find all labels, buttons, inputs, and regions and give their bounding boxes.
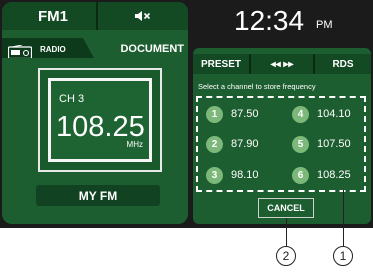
preset-frequency: 108.25 [317, 169, 351, 181]
preset-frequency: 107.50 [317, 138, 351, 150]
frequency-inner-frame: CH 3 108.25 MHz [48, 78, 152, 162]
preset-number: 4 [292, 105, 309, 123]
preset-number: 6 [292, 166, 309, 184]
instruction-text: Select a channel to store frequency [198, 82, 316, 91]
preset-list: 1 87.50 2 87.90 3 98.10 4 104.10 5 107.5… [196, 96, 366, 192]
speaker-mute-icon [135, 11, 151, 21]
radio-screen: FM1 RADIO DOCUMENT CH 3 108.25 MHz MY FM… [0, 0, 373, 228]
radio-icon [8, 45, 32, 58]
callout-1-leader [343, 190, 344, 246]
mute-button[interactable] [98, 2, 188, 30]
radio-label: RADIO [40, 45, 66, 54]
preset-item-6[interactable]: 6 108.25 [292, 165, 351, 185]
preset-item-5[interactable]: 5 107.50 [292, 134, 351, 154]
callout-2-leader [286, 218, 287, 246]
tab-fm1[interactable]: FM1 [2, 2, 98, 30]
now-playing-panel: FM1 RADIO DOCUMENT CH 3 108.25 MHz MY FM [2, 2, 188, 224]
callout-1: 1 [333, 246, 353, 266]
document-label[interactable]: DOCUMENT [120, 43, 184, 55]
clock-ampm: PM [316, 19, 333, 31]
preset-panel: PRESET ◂◂ ▸▸ RDS Select a channel to sto… [193, 48, 371, 224]
preset-item-3[interactable]: 3 98.10 [206, 165, 259, 185]
preset-frequency: 87.90 [231, 138, 259, 150]
frequency-display: CH 3 108.25 MHz [38, 68, 162, 172]
preset-item-4[interactable]: 4 104.10 [292, 104, 351, 124]
preset-number: 3 [206, 166, 223, 184]
channel-label: CH 3 [59, 93, 85, 105]
frequency-unit: MHz [126, 140, 143, 149]
top-tab-bar: FM1 [2, 2, 188, 30]
preset-frequency: 104.10 [317, 108, 351, 120]
radio-source-tab[interactable]: RADIO [2, 38, 94, 58]
preset-number: 1 [206, 105, 223, 123]
clock-time: 12:34 [234, 5, 305, 36]
cancel-button[interactable]: CANCEL [258, 198, 314, 218]
preset-frequency: 98.10 [231, 169, 259, 181]
callout-2: 2 [276, 246, 296, 266]
my-fm-button[interactable]: MY FM [36, 185, 160, 206]
preset-tab-bar: PRESET ◂◂ ▸▸ RDS [193, 54, 371, 74]
preset-item-1[interactable]: 1 87.50 [206, 104, 259, 124]
preset-number: 2 [206, 135, 223, 153]
source-row: RADIO DOCUMENT [2, 34, 188, 60]
tab-rds[interactable]: RDS [315, 54, 371, 74]
tab-seek[interactable]: ◂◂ ▸▸ [251, 54, 315, 74]
preset-number: 5 [292, 135, 309, 153]
preset-frequency: 87.50 [231, 108, 259, 120]
tab-preset[interactable]: PRESET [193, 54, 251, 74]
preset-item-2[interactable]: 2 87.90 [206, 134, 259, 154]
